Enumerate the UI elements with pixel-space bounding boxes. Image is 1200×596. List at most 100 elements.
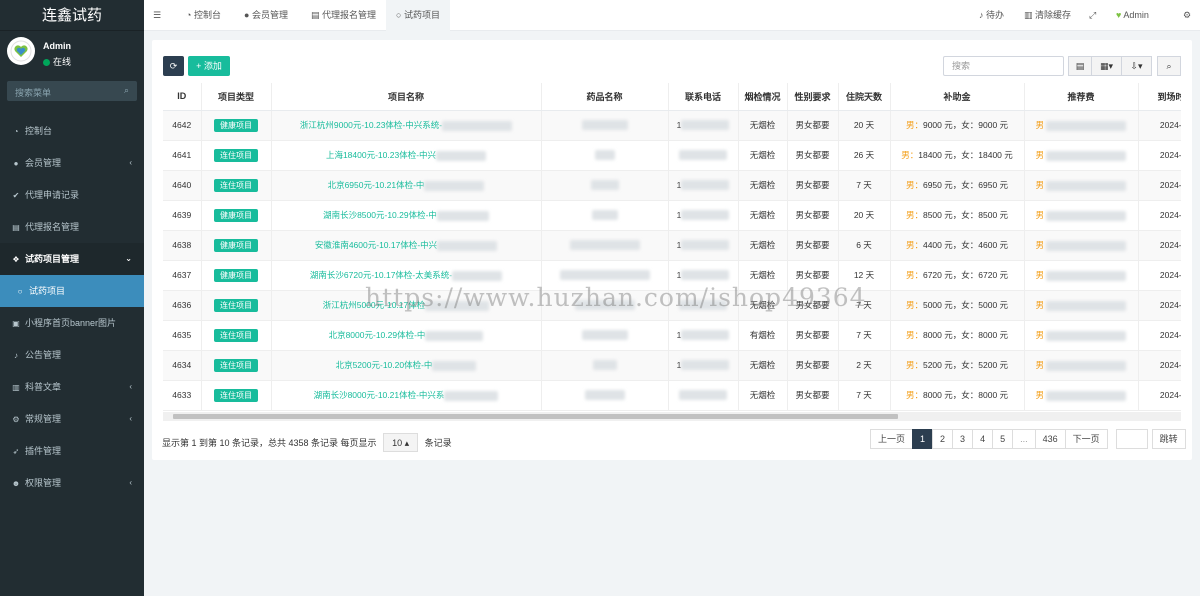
- project-name-link[interactable]: 湖南长沙8000元-10.21体检-中兴系: [314, 390, 445, 400]
- project-name-link[interactable]: 浙江杭州9000元-10.23体检-中兴系统-: [300, 120, 442, 130]
- scrollbar-thumb[interactable]: [173, 414, 898, 419]
- page-5[interactable]: 5: [992, 429, 1014, 449]
- goto-page-input[interactable]: [1115, 429, 1148, 449]
- female-label: ，女：: [952, 300, 979, 310]
- col-header-type[interactable]: 项目类型: [201, 83, 272, 111]
- menu-search-input[interactable]: 搜索菜单 ⌕: [7, 81, 137, 101]
- female-label: ，女：: [952, 210, 979, 220]
- goto-button[interactable]: 跳转: [1151, 429, 1186, 449]
- tab-dashboard[interactable]: ◔ 控制台: [182, 0, 225, 31]
- sidebar-item-dashboard[interactable]: ◔ 控制台: [0, 115, 144, 147]
- project-name-link[interactable]: 湖南长沙8500元-10.29体检-中: [323, 210, 437, 220]
- sidebar-item-general[interactable]: ⚙ 常规管理 ‹: [0, 403, 144, 435]
- page-1[interactable]: 1: [912, 429, 934, 449]
- cell-id: 4638: [163, 230, 202, 261]
- horizontal-scrollbar[interactable]: [163, 412, 1181, 421]
- page-size-select[interactable]: 10 ▴: [383, 433, 419, 452]
- project-name-link[interactable]: 上海18400元-10.23体检-中兴: [326, 150, 436, 160]
- prev-page-button[interactable]: 上一页: [870, 429, 914, 449]
- col-header-arrival[interactable]: 到场时间: [1138, 83, 1181, 111]
- online-dot-icon: [43, 59, 50, 66]
- col-header-smoke[interactable]: 烟检情况: [738, 83, 788, 111]
- sidebar-item-agent-signup[interactable]: ▤ 代理报名管理: [0, 211, 144, 243]
- tab-members[interactable]: ● 会员管理: [240, 0, 292, 31]
- page-3[interactable]: 3: [952, 429, 974, 449]
- cell-id: 4641: [163, 140, 202, 171]
- user-menu[interactable]: ♥ Admin: [1116, 0, 1149, 31]
- next-page-button[interactable]: 下一页: [1064, 429, 1108, 449]
- sidebar-item-label: 试药项目: [29, 286, 66, 296]
- cell-name[interactable]: 湖南长沙8000元-10.21体检-中兴系: [271, 380, 542, 411]
- sidebar-item-plugins[interactable]: ➶ 插件管理: [0, 435, 144, 467]
- sidebar-item-permissions[interactable]: ☻ 权限管理 ‹: [0, 467, 144, 499]
- toggle-view-button[interactable]: ▤: [1068, 56, 1092, 76]
- page-2[interactable]: 2: [932, 429, 954, 449]
- search-icon[interactable]: ⌕: [124, 85, 129, 96]
- project-name-link[interactable]: 安徽淮南4600元-10.17体检-中兴: [315, 240, 437, 250]
- table-row[interactable]: 4642 健康项目 浙江杭州9000元-10.23体检-中兴系统- 1 无烟检 男女都要 2…: [163, 110, 1181, 141]
- advanced-search-button[interactable]: ⌕: [1157, 56, 1181, 76]
- sidebar-item-members[interactable]: ● 会员管理 ‹: [0, 147, 144, 179]
- cell-phone: 1: [668, 110, 739, 141]
- tab-agent-signup[interactable]: ▤ 代理报名管理: [307, 0, 380, 31]
- project-name-link[interactable]: 北京6950元-10.21体检-中: [328, 180, 425, 190]
- refresh-button[interactable]: ⟳: [163, 56, 184, 76]
- export-button[interactable]: ⇩▾: [1121, 56, 1152, 76]
- sidebar-item-trial-projects[interactable]: ○ 试药项目: [0, 275, 144, 307]
- project-name-link[interactable]: 北京8000元-10.29体检-中: [329, 330, 426, 340]
- user-icon: ●: [244, 10, 252, 20]
- heart-logo-icon: [10, 40, 32, 62]
- page-4[interactable]: 4: [972, 429, 994, 449]
- add-button[interactable]: + 添加: [188, 56, 230, 76]
- page-436[interactable]: 436: [1034, 429, 1066, 449]
- col-header-referral[interactable]: 推荐费: [1024, 83, 1139, 111]
- col-header-drug[interactable]: 药品名称: [541, 83, 669, 111]
- cell-days: 7 天: [838, 320, 891, 351]
- sidebar-item-trial-management[interactable]: ❖ 试药项目管理 ⌄: [0, 243, 144, 275]
- cell-name[interactable]: 上海18400元-10.23体检-中兴: [271, 140, 542, 171]
- cell-name[interactable]: 浙江杭州9000元-10.23体检-中兴系统-: [271, 110, 542, 141]
- cell-name[interactable]: 北京8000元-10.29体检-中: [271, 320, 542, 351]
- columns-button[interactable]: ▦▾: [1091, 56, 1122, 76]
- col-header-id[interactable]: ID: [163, 83, 202, 111]
- col-header-days[interactable]: 住院天数: [838, 83, 891, 111]
- col-header-name[interactable]: 项目名称: [271, 83, 542, 111]
- sidebar-item-banner[interactable]: ▣ 小程序首页banner图片: [0, 307, 144, 339]
- table-search-input[interactable]: 搜索: [943, 56, 1064, 76]
- menu-toggle-icon[interactable]: ☰: [153, 0, 161, 31]
- redacted-blur: [591, 210, 618, 221]
- todo-button[interactable]: ♪ 待办: [979, 0, 1004, 31]
- table-row[interactable]: 4635 连住项目 北京8000元-10.29体检-中 1 有烟检 男女都要 7 天男：80…: [163, 320, 1181, 351]
- cell-name[interactable]: 安徽淮南4600元-10.17体检-中兴: [271, 230, 542, 261]
- fullscreen-icon[interactable]: ⤢: [1089, 0, 1096, 31]
- sidebar-item-articles[interactable]: ▥ 科普文章 ‹: [0, 371, 144, 403]
- table-row[interactable]: 4641 连住项目 上海18400元-10.23体检-中兴 无烟检 男女都要 26 天男：…: [163, 140, 1181, 171]
- tab-trial-projects[interactable]: ○ 试药项目: [386, 0, 450, 31]
- col-header-phone[interactable]: 联系电话: [668, 83, 739, 111]
- project-name-link[interactable]: 北京5200元-10.20体检-中: [336, 360, 433, 370]
- table-row[interactable]: 4640 连住项目 北京6950元-10.21体检-中 1 无烟检 男女都要 7 天男：69…: [163, 170, 1181, 201]
- table-row[interactable]: 4638 健康项目 安徽淮南4600元-10.17体检-中兴 1 无烟检 男女都要 6 天男…: [163, 230, 1181, 261]
- cell-referral: 男: [1024, 260, 1139, 291]
- col-header-gender[interactable]: 性别要求: [787, 83, 839, 111]
- clear-cache-button[interactable]: ▥ 清除缓存: [1024, 0, 1071, 31]
- table-row[interactable]: 4639 健康项目 湖南长沙8500元-10.29体检-中 1 无烟检 男女都要 20 天男…: [163, 200, 1181, 231]
- sidebar-item-agent-apply[interactable]: ✔ 代理申请记录: [0, 179, 144, 211]
- cell-arrival: 2024-10: [1138, 320, 1181, 351]
- table-row[interactable]: 4634 连住项目 北京5200元-10.20体检-中 1 无烟检 男女都要 2 天男：52…: [163, 350, 1181, 381]
- cell-name[interactable]: 湖南长沙8500元-10.29体检-中: [271, 200, 542, 231]
- table-row[interactable]: 4633 连住项目 湖南长沙8000元-10.21体检-中兴系 无烟检 男女都要 7 天男…: [163, 380, 1181, 411]
- cell-subsidy: 男：6720 元，女：6720 元: [890, 260, 1025, 291]
- col-header-subsidy[interactable]: 补助金: [890, 83, 1025, 111]
- cell-arrival: 2024-10: [1138, 230, 1181, 261]
- app-title[interactable]: 连鑫试药: [0, 0, 144, 31]
- cell-subsidy: 男：8500 元，女：8500 元: [890, 200, 1025, 231]
- sidebar-item-notices[interactable]: ♪ 公告管理: [0, 339, 144, 371]
- settings-icon[interactable]: ⚙: [1183, 0, 1191, 31]
- cell-name[interactable]: 北京5200元-10.20体检-中: [271, 350, 542, 381]
- redacted-blur: [1046, 330, 1127, 341]
- cell-name[interactable]: 北京6950元-10.21体检-中: [271, 170, 542, 201]
- project-name-link[interactable]: 湖南长沙6720元-10.17体检-太美系统-: [310, 270, 452, 280]
- subsidy-female: 8000 元: [978, 330, 1009, 340]
- cell-smoke: 有烟检: [738, 320, 788, 351]
